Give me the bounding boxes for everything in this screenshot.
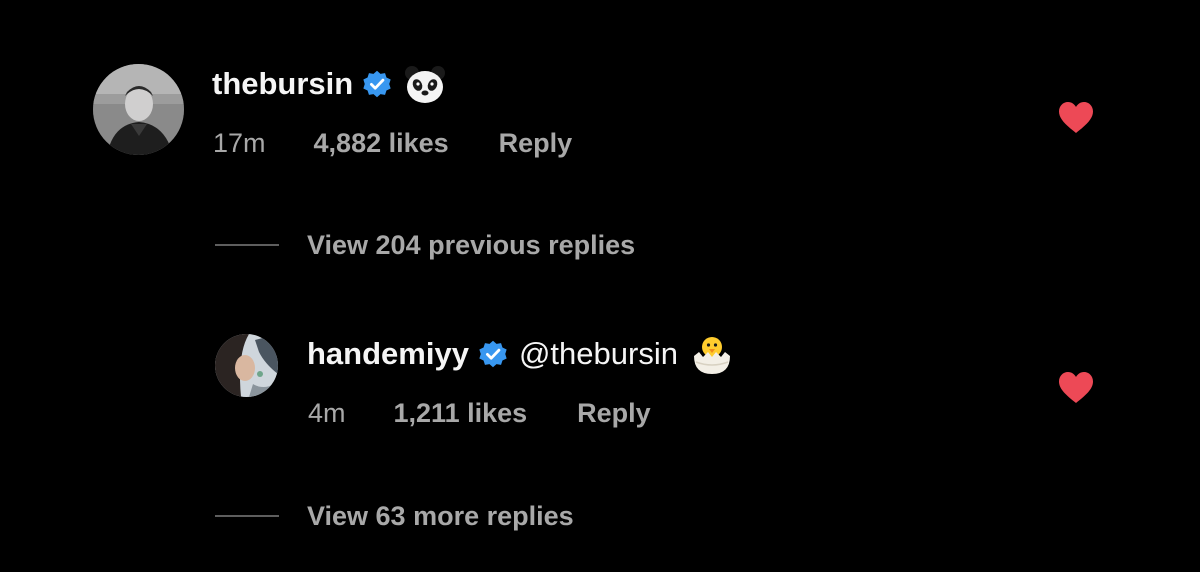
reply-thread-line [215,244,279,246]
view-more-replies-label: View 63 more replies [307,500,574,531]
avatar-photo-icon [215,334,278,397]
panda-icon [403,62,447,106]
avatar[interactable] [93,64,184,155]
like-heart-icon[interactable] [1058,101,1094,134]
view-previous-replies-button[interactable]: View 204 previous replies [215,228,635,262]
verified-badge-icon [363,70,391,98]
hatching-chick-icon [690,332,734,376]
reply-button[interactable]: Reply [499,128,573,159]
comment-timestamp: 4m [308,397,346,428]
view-more-replies-button[interactable]: View 63 more replies [215,499,574,533]
comment-username[interactable]: handemiyy [307,336,469,372]
comment-timestamp: 17m [213,127,266,158]
likes-count[interactable]: 4,882 likes [314,128,449,159]
avatar[interactable] [215,334,278,397]
reply-button[interactable]: Reply [577,398,651,429]
comment-username[interactable]: thebursin [212,66,353,102]
verified-badge-icon [479,340,507,368]
like-heart-icon[interactable] [1058,371,1094,404]
avatar-photo-icon [93,64,184,155]
view-previous-replies-label: View 204 previous replies [307,229,636,260]
mention-link[interactable]: @thebursin [519,336,678,372]
reply-thread-line [215,515,279,517]
likes-count[interactable]: 1,211 likes [394,398,528,429]
